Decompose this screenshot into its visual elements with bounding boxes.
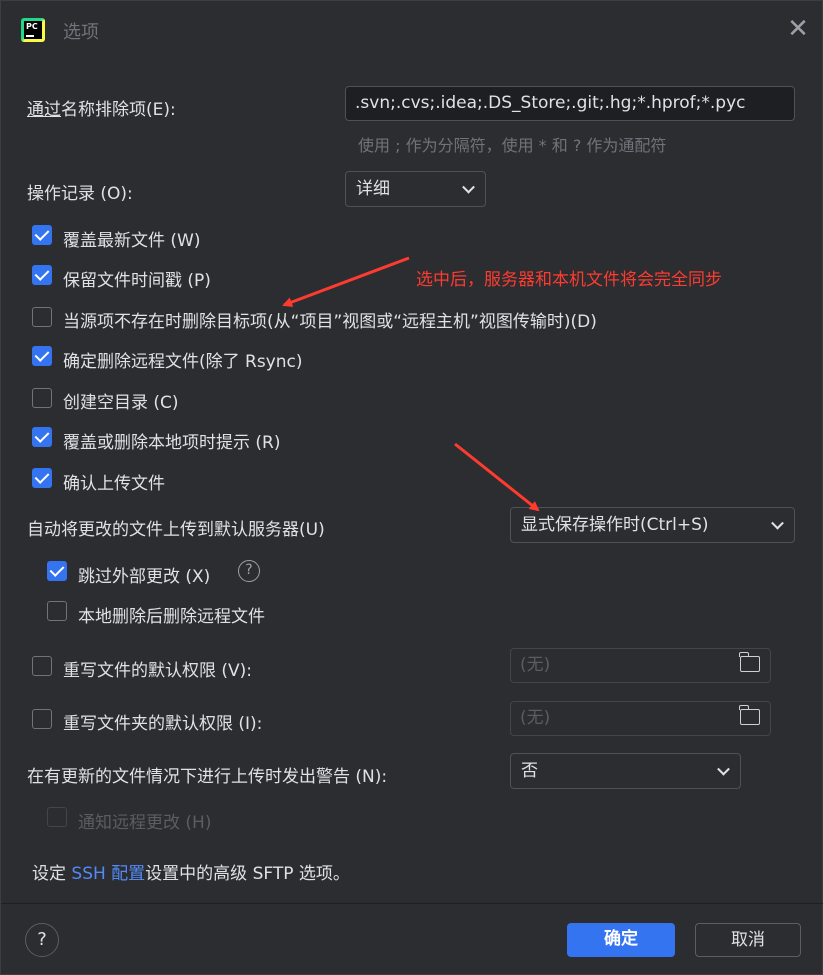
chevron-down-icon xyxy=(462,180,475,194)
cancel-button[interactable]: 取消 xyxy=(695,923,801,957)
confirm-delete-remote-checkbox[interactable] xyxy=(32,346,52,366)
chevron-down-icon xyxy=(771,516,784,530)
operation-log-value: 详细 xyxy=(356,179,390,199)
pycharm-logo-icon: PC xyxy=(21,18,45,42)
warn-value: 否 xyxy=(521,761,538,781)
skip-external-changes-checkbox[interactable] xyxy=(47,561,67,581)
delete-target-label: 当源项不存在时删除目标项(从“项目”视图或“远程主机”视图传输时)(D) xyxy=(63,312,597,332)
chevron-down-icon xyxy=(717,762,730,776)
annotation-text: 选中后，服务器和本机文件将会完全同步 xyxy=(416,270,722,290)
file-permissions-label: 重写文件的默认权限 (V): xyxy=(63,661,253,681)
delete-target-checkbox[interactable] xyxy=(32,307,52,327)
exclude-label: 通过名称排除项(E): xyxy=(27,100,176,120)
delete-remote-on-local-delete-checkbox[interactable] xyxy=(47,601,67,621)
operation-log-dropdown[interactable]: 详细 xyxy=(345,171,486,207)
preserve-timestamps-label: 保留文件时间戳 (P) xyxy=(63,271,211,291)
folder-icon[interactable] xyxy=(739,705,760,725)
options-dialog: PC 选项 ✕ 通过名称排除项(E): .svn;.cvs;.idea;.DS_… xyxy=(0,0,823,975)
exclude-hint: 使用 ; 作为分隔符，使用 * 和 ? 作为通配符 xyxy=(358,136,667,155)
help-question-icon[interactable]: ? xyxy=(238,560,260,582)
create-empty-dirs-label: 创建空目录 (C) xyxy=(63,393,179,413)
folder-permissions-field[interactable]: (无) xyxy=(510,701,771,736)
window-title: 选项 xyxy=(63,22,99,43)
prompt-overwrite-local-checkbox[interactable] xyxy=(32,427,52,447)
annotation-arrow-1 xyxy=(282,256,410,307)
folder-permissions-checkbox[interactable] xyxy=(32,709,52,729)
annotation-arrow-2 xyxy=(454,442,540,512)
app-icon-text: PC xyxy=(26,22,38,31)
warn-dropdown[interactable]: 否 xyxy=(510,753,741,789)
ok-button[interactable]: 确定 xyxy=(567,923,675,957)
footer-divider xyxy=(1,903,823,904)
delete-remote-on-local-delete-label: 本地删除后删除远程文件 xyxy=(78,607,265,627)
skip-external-changes-label: 跳过外部更改 (X) xyxy=(78,567,211,587)
ssh-config-link[interactable]: SSH 配置 xyxy=(71,864,145,884)
overwrite-newer-label: 覆盖最新文件 (W) xyxy=(63,231,201,251)
file-permissions-value: (无) xyxy=(520,655,551,675)
prompt-overwrite-local-label: 覆盖或删除本地项时提示 (R) xyxy=(63,433,281,453)
auto-upload-label: 自动将更改的文件上传到默认服务器(U) xyxy=(27,520,325,540)
notify-remote-checkbox xyxy=(47,807,67,827)
confirm-upload-checkbox[interactable] xyxy=(32,468,52,488)
operation-log-label: 操作记录 (O): xyxy=(27,184,133,204)
auto-upload-value: 显式保存操作时(Ctrl+S) xyxy=(521,515,709,535)
help-button[interactable]: ? xyxy=(25,923,59,957)
warn-label: 在有更新的文件情况下进行上传时发出警告 (N): xyxy=(27,767,388,787)
folder-permissions-value: (无) xyxy=(520,708,551,728)
title-bar: PC 选项 ✕ xyxy=(1,1,823,61)
file-permissions-checkbox[interactable] xyxy=(32,656,52,676)
preserve-timestamps-checkbox[interactable] xyxy=(32,265,52,285)
auto-upload-dropdown[interactable]: 显式保存操作时(Ctrl+S) xyxy=(510,507,795,543)
folder-permissions-label: 重写文件夹的默认权限 (I): xyxy=(63,714,263,734)
overwrite-newer-checkbox[interactable] xyxy=(32,225,52,245)
file-permissions-field[interactable]: (无) xyxy=(510,648,771,683)
folder-icon[interactable] xyxy=(739,652,760,672)
confirm-delete-remote-label: 确定删除远程文件(除了 Rsync) xyxy=(63,352,303,372)
close-icon[interactable]: ✕ xyxy=(786,16,810,42)
confirm-upload-label: 确认上传文件 xyxy=(63,474,165,494)
exclude-input[interactable]: .svn;.cvs;.idea;.DS_Store;.git;.hg;*.hpr… xyxy=(345,86,795,121)
create-empty-dirs-checkbox[interactable] xyxy=(32,388,52,408)
notify-remote-label: 通知远程更改 (H) xyxy=(78,813,212,833)
ssh-config-note: 设定 SSH 配置设置中的高级 SFTP 选项。 xyxy=(32,864,350,884)
